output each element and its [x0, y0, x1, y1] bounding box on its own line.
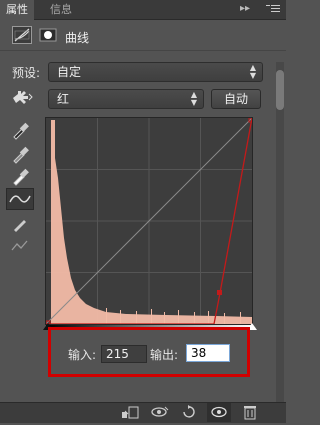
- channel-value: 红: [57, 92, 70, 106]
- panel-title: 曲线: [65, 31, 90, 45]
- curve-point-tool-icon[interactable]: [6, 188, 34, 210]
- preset-value: 自定: [57, 65, 82, 79]
- scrollbar-thumb[interactable]: [276, 70, 284, 110]
- input-label: 输入:: [68, 348, 97, 362]
- sample-highlight-eyedropper-icon[interactable]: [10, 166, 30, 186]
- pencil-draw-icon[interactable]: [10, 214, 30, 234]
- input-field[interactable]: 215: [101, 345, 147, 363]
- sample-shadow-eyedropper-icon[interactable]: [10, 120, 30, 140]
- tab-info[interactable]: 信息: [44, 0, 78, 20]
- delete-icon[interactable]: [241, 404, 259, 420]
- collapse-icon[interactable]: ▸▸: [240, 3, 250, 14]
- curves-adjustment-icon[interactable]: [12, 26, 32, 44]
- preset-select[interactable]: 自定 ▲ ▼: [48, 62, 263, 82]
- panel-menu-icon[interactable]: [266, 3, 280, 15]
- curve-graph[interactable]: [45, 117, 254, 326]
- panel-scrollbar[interactable]: [276, 62, 284, 402]
- auto-button[interactable]: 自动: [211, 89, 261, 109]
- channel-select[interactable]: 红 ▲ ▼: [48, 89, 204, 109]
- tab-properties[interactable]: 属性: [0, 0, 34, 20]
- reset-icon[interactable]: [180, 404, 198, 420]
- smooth-curve-icon[interactable]: [10, 236, 30, 256]
- clip-to-layer-icon[interactable]: [121, 404, 139, 420]
- on-image-adjust-hand-icon[interactable]: [10, 88, 34, 108]
- toggle-visibility-icon: [211, 406, 227, 418]
- preset-label: 预设:: [12, 66, 41, 80]
- toggle-visibility-button[interactable]: [207, 403, 231, 422]
- select-arrows-icon: ▲ ▼: [190, 90, 197, 107]
- view-previous-state-icon[interactable]: [150, 404, 169, 420]
- sample-midtone-eyedropper-icon[interactable]: [10, 144, 30, 164]
- output-label: 输出:: [150, 348, 179, 362]
- layer-mask-icon[interactable]: [38, 26, 58, 44]
- select-arrows-icon: ▲ ▼: [249, 63, 256, 80]
- output-field[interactable]: 38: [186, 344, 230, 362]
- curve-control-point[interactable]: [217, 290, 222, 295]
